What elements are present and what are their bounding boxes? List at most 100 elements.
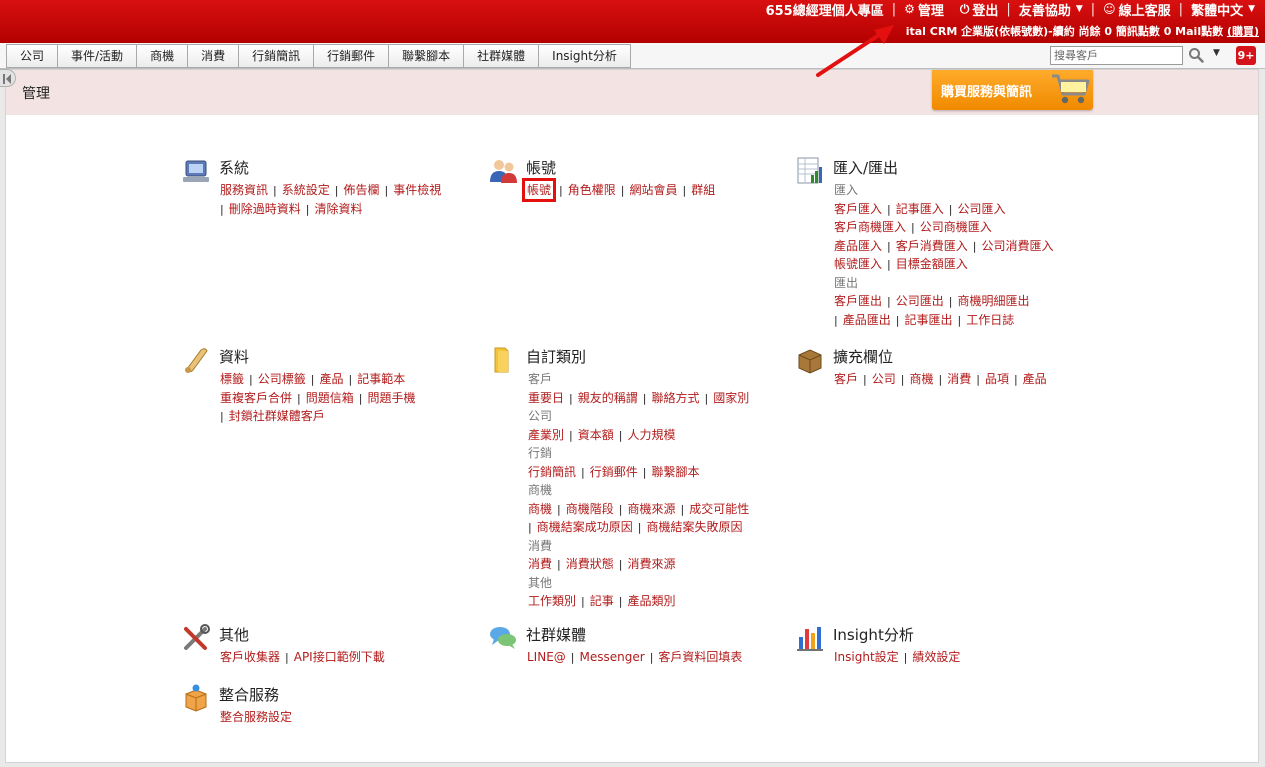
ext-customer-link[interactable]: 客戶 (834, 372, 858, 386)
tab-sms-marketing[interactable]: 行銷簡訊 (238, 44, 314, 68)
customer-data-form-link[interactable]: 客戶資料回填表 (658, 650, 742, 664)
consumption-status-link[interactable]: 消費狀態 (566, 557, 614, 571)
company-export-link[interactable]: 公司匯出 (896, 294, 944, 308)
company-import-link[interactable]: 公司匯入 (957, 202, 1005, 216)
company-consumption-import-link[interactable]: 公司消費匯入 (981, 239, 1053, 253)
account-import-link[interactable]: 帳號匯入 (834, 257, 882, 271)
note-templates-link[interactable]: 記事範本 (357, 372, 405, 386)
product-export-link[interactable]: 產品匯出 (843, 313, 891, 327)
loss-reasons-link[interactable]: 商機結案失敗原因 (646, 520, 742, 534)
customer-import-link[interactable]: 客戶匯入 (834, 202, 882, 216)
power-icon: ⏻ (959, 1, 970, 16)
logout-link[interactable]: ⏻ 登出 (960, 0, 999, 19)
panel-header: 管理 購買服務與簡訊 (6, 70, 1258, 115)
role-permissions-link[interactable]: 角色權限 (568, 183, 616, 197)
opportunity-link[interactable]: 商機 (528, 502, 552, 516)
customer-export-link[interactable]: 客戶匯出 (834, 294, 882, 308)
notes-link[interactable]: 記事 (590, 594, 614, 608)
system-settings-link[interactable]: 系統設定 (282, 183, 330, 197)
product-category-link[interactable]: 產品類別 (627, 594, 675, 608)
customer-opportunity-import-link[interactable]: 客戶商機匯入 (834, 220, 906, 234)
tab-insight[interactable]: Insight分析 (538, 44, 631, 68)
tags-link[interactable]: 標籤 (220, 372, 244, 386)
top-user-menu: 655總經理個人專區 | ⚙ 管理 ⏻ 登出 | 友善協助 ▼ | ☺ 線上客服… (766, 0, 1255, 19)
customer-collector-link[interactable]: 客戶收集器 (220, 650, 280, 664)
integration-settings-link[interactable]: 整合服務設定 (220, 710, 292, 724)
ext-product-link[interactable]: 產品 (1023, 372, 1047, 386)
contact-methods-link[interactable]: 聯絡方式 (651, 391, 699, 405)
tab-events[interactable]: 事件/活動 (57, 44, 137, 68)
buy-services-button[interactable]: 購買服務與簡訊 (932, 70, 1093, 110)
capital-link[interactable]: 資本額 (578, 428, 614, 442)
consumption-link[interactable]: 消費 (528, 557, 552, 571)
tab-social-media[interactable]: 社群媒體 (463, 44, 539, 68)
opportunity-stage-link[interactable]: 商機階段 (566, 502, 614, 516)
merge-duplicates-link[interactable]: 重複客戶合併 (220, 391, 292, 405)
performance-settings-link[interactable]: 績效設定 (912, 650, 960, 664)
separator: | (1006, 1, 1011, 17)
close-probability-link[interactable]: 成交可能性 (689, 502, 749, 516)
product-import-link[interactable]: 產品匯入 (834, 239, 882, 253)
tab-company[interactable]: 公司 (6, 44, 58, 68)
line-link[interactable]: LINE@ (527, 650, 566, 664)
separator: | (1178, 1, 1184, 17)
note-export-link[interactable]: 記事匯出 (904, 313, 952, 327)
email-marketing-link[interactable]: 行銷郵件 (590, 465, 638, 479)
buy-points-link[interactable]: (購買) (1227, 25, 1259, 38)
online-support-link[interactable]: ☺ 線上客服 (1103, 0, 1171, 19)
industry-link[interactable]: 產業別 (528, 428, 564, 442)
ext-company-link[interactable]: 公司 (872, 372, 896, 386)
customer-consumption-import-link[interactable]: 客戶消費匯入 (896, 239, 968, 253)
notification-badge[interactable]: 9+ (1236, 46, 1256, 65)
api-example-download-link[interactable]: API接口範例下載 (294, 650, 385, 664)
section-links: 客戶 重要日 | 親友的稱謂 | 聯絡方式 | 國家別 公司 產業別 | 資本額 | 人力規模 行銷… (528, 372, 750, 608)
company-opportunity-import-link[interactable]: 公司商機匯入 (920, 220, 992, 234)
tab-opportunities[interactable]: 商機 (136, 44, 188, 68)
consumption-source-link[interactable]: 消費來源 (627, 557, 675, 571)
problem-phone-link[interactable]: 問題手機 (367, 391, 415, 405)
delete-old-data-link[interactable]: 刪除過時資料 (229, 202, 301, 216)
tab-consumption[interactable]: 消費 (187, 44, 239, 68)
target-amount-import-link[interactable]: 目標金額匯入 (896, 257, 968, 271)
block-social-customers-link[interactable]: 封鎖社群媒體客戶 (229, 409, 325, 423)
ext-consumption-link[interactable]: 消費 (947, 372, 971, 386)
website-members-link[interactable]: 網站會員 (629, 183, 677, 197)
important-dates-link[interactable]: 重要日 (528, 391, 564, 405)
products-link[interactable]: 產品 (319, 372, 343, 386)
work-category-link[interactable]: 工作類別 (528, 594, 576, 608)
help-dropdown[interactable]: 友善協助 ▼ (1019, 0, 1083, 19)
user-area-link[interactable]: 655總經理個人專區 (766, 0, 884, 19)
search-customer-input[interactable] (1050, 46, 1183, 65)
ext-opportunity-link[interactable]: 商機 (909, 372, 933, 386)
language-dropdown[interactable]: 繁體中文 ▼ (1191, 0, 1255, 19)
chat-icon: ☺ (1103, 2, 1116, 16)
workforce-size-link[interactable]: 人力規模 (627, 428, 675, 442)
groups-link[interactable]: 群組 (691, 183, 715, 197)
search-icon[interactable] (1188, 47, 1204, 63)
countries-link[interactable]: 國家別 (713, 391, 749, 405)
opportunity-source-link[interactable]: 商機來源 (627, 502, 675, 516)
work-log-link[interactable]: 工作日誌 (966, 313, 1014, 327)
relative-titles-link[interactable]: 親友的稱謂 (578, 391, 638, 405)
contact-scripts-link[interactable]: 聯繫腳本 (651, 465, 699, 479)
event-view-link[interactable]: 事件檢視 (393, 183, 441, 197)
win-reasons-link[interactable]: 商機結案成功原因 (537, 520, 633, 534)
company-tags-link[interactable]: 公司標籤 (258, 372, 306, 386)
tab-email-marketing[interactable]: 行銷郵件 (313, 44, 389, 68)
tab-contact-scripts[interactable]: 聯繫腳本 (388, 44, 464, 68)
bulletin-link[interactable]: 佈告欄 (343, 183, 379, 197)
note-import-link[interactable]: 記事匯入 (896, 202, 944, 216)
problem-mailbox-link[interactable]: 問題信箱 (306, 391, 354, 405)
account-link[interactable]: 帳號 (521, 178, 557, 202)
clear-data-link[interactable]: 清除資料 (314, 202, 362, 216)
chevron-down-icon[interactable]: ▼ (1213, 48, 1220, 58)
section-links: LINE@ | Messenger | 客戶資料回填表 (527, 650, 743, 664)
service-info-link[interactable]: 服務資訊 (220, 183, 268, 197)
nav-tabs: 公司 事件/活動 商機 消費 行銷簡訊 行銷郵件 聯繫腳本 社群媒體 Insig… (6, 44, 631, 68)
manage-link[interactable]: ⚙ 管理 (904, 0, 944, 19)
ext-item-link[interactable]: 品項 (985, 372, 1009, 386)
messenger-link[interactable]: Messenger (580, 650, 645, 664)
insight-settings-link[interactable]: Insight設定 (834, 650, 899, 664)
opportunity-detail-export-link[interactable]: 商機明細匯出 (957, 294, 1029, 308)
sms-marketing-link[interactable]: 行銷簡訊 (528, 465, 576, 479)
